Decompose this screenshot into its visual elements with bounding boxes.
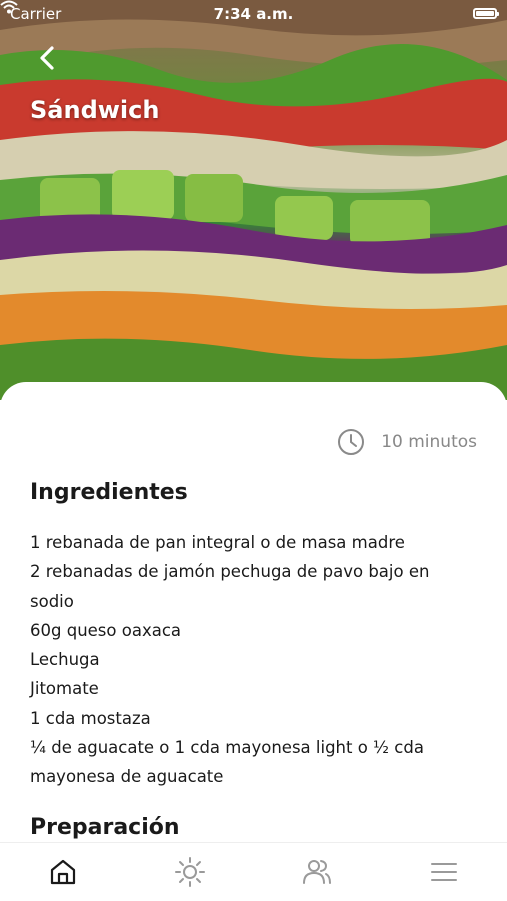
tab-users[interactable] — [287, 847, 347, 897]
recipe-sheet: 10 minutos Ingredientes 1 rebanada de pa… — [0, 382, 507, 842]
status-bar: Carrier 7:34 a.m. — [0, 0, 507, 28]
ingredient-item: Jitomate — [30, 679, 99, 699]
back-button[interactable] — [30, 40, 66, 76]
hero-image: Carrier 7:34 a.m. Sándwich — [0, 0, 507, 400]
tab-bar — [0, 842, 507, 901]
users-icon — [302, 860, 331, 884]
menu-icon — [430, 863, 457, 881]
sandwich-photo — [0, 0, 507, 400]
ingredient-item: ¼ de aguacate o 1 cda mayonesa light o ½… — [30, 738, 424, 787]
ingredient-item: Lechuga — [30, 650, 100, 670]
clock-icon — [338, 429, 365, 455]
chevron-left-icon — [40, 46, 54, 70]
home-icon — [51, 859, 76, 885]
status-time: 7:34 a.m. — [213, 5, 294, 23]
ingredient-item: 60g queso oaxaca — [30, 620, 181, 640]
tab-sun[interactable] — [160, 847, 220, 897]
prep-time: 10 minutos — [337, 428, 477, 456]
sun-icon — [175, 857, 206, 887]
ingredient-item: 1 cda mostaza — [30, 708, 151, 728]
ingredient-item: 2 rebanadas de jamón pechuga de pavo baj… — [30, 562, 430, 611]
ingredient-item: 1 rebanada de pan integral o de masa mad… — [30, 533, 405, 552]
ingredients-list: 1 rebanada de pan integral o de masa mad… — [30, 528, 470, 792]
tab-home[interactable] — [33, 847, 93, 897]
tab-menu[interactable] — [414, 847, 474, 897]
prep-time-label: 10 minutos — [381, 432, 477, 452]
ingredients-title: Ingredientes — [30, 480, 188, 505]
preparation-title: Preparación — [30, 815, 180, 840]
battery-icon — [473, 8, 499, 19]
page-title: Sándwich — [30, 96, 160, 124]
